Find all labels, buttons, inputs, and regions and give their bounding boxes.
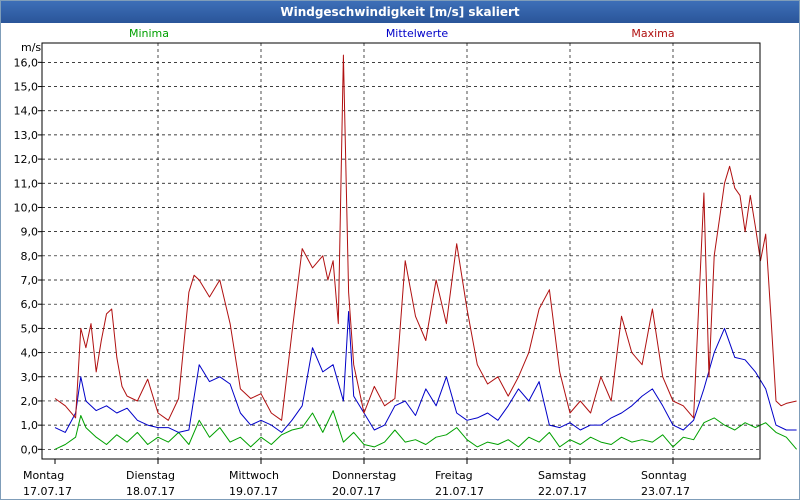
- y-tick-label: 16,0: [14, 56, 39, 69]
- x-tick-day-name: Freitag: [435, 469, 473, 482]
- x-tick-date: 22.07.17: [538, 485, 587, 498]
- x-tick-day-name: Sonntag: [641, 469, 687, 482]
- x-tick-date: 19.07.17: [229, 485, 278, 498]
- y-tick-label: 9,0: [21, 226, 39, 239]
- y-tick-label: 0,0: [21, 443, 39, 456]
- x-tick-date: 23.07.17: [641, 485, 690, 498]
- y-tick-label: 8,0: [21, 250, 39, 263]
- x-axis: Montag 17.07.17 Dienstag 18.07.17 Mittwoch 19…: [23, 459, 690, 498]
- y-tick-label: 5,0: [21, 322, 39, 335]
- chart-window: Windgeschwindigkeit [m/s] skaliert 0,0 1,…: [0, 0, 800, 500]
- x-tick-day-name: Dienstag: [126, 469, 175, 482]
- y-tick-label: 1,0: [21, 419, 39, 432]
- y-tick-label: 12,0: [14, 153, 39, 166]
- y-tick-label: 11,0: [14, 177, 39, 190]
- y-tick-label: 13,0: [14, 129, 39, 142]
- plot-background: [42, 43, 760, 459]
- x-tick-date: 18.07.17: [126, 485, 175, 498]
- y-tick-label: 4,0: [21, 347, 39, 360]
- legend-mittelwerte: Mittelwerte: [386, 27, 449, 40]
- x-tick-day-name: Montag: [23, 469, 64, 482]
- y-tick-label: 15,0: [14, 81, 39, 94]
- x-tick-day-name: Donnerstag: [332, 469, 396, 482]
- y-tick-label: 10,0: [14, 201, 39, 214]
- y-tick-label: 14,0: [14, 105, 39, 118]
- x-tick-date: 21.07.17: [435, 485, 484, 498]
- x-tick-date: 20.07.17: [332, 485, 381, 498]
- legend-maxima: Maxima: [631, 27, 674, 40]
- y-tick-label: 3,0: [21, 371, 39, 384]
- window-title: Windgeschwindigkeit [m/s] skaliert: [1, 1, 799, 23]
- x-tick-date: 17.07.17: [23, 485, 72, 498]
- x-tick-day-name: Samstag: [538, 469, 586, 482]
- y-tick-label: 6,0: [21, 298, 39, 311]
- wind-speed-chart: 0,0 1,0 2,0 3,0 4,0 5,0 6,0 7,0 8,0 9,0 10,0 11,0 12…: [14, 27, 797, 498]
- legend-minima: Minima: [129, 27, 169, 40]
- y-axis: 0,0 1,0 2,0 3,0 4,0 5,0 6,0 7,0 8,0 9,0 10,0 11,0 12…: [14, 56, 42, 456]
- y-tick-label: 7,0: [21, 274, 39, 287]
- x-tick-day-name: Mittwoch: [229, 469, 279, 482]
- y-axis-label: m/s: [21, 41, 41, 54]
- y-tick-label: 2,0: [21, 395, 39, 408]
